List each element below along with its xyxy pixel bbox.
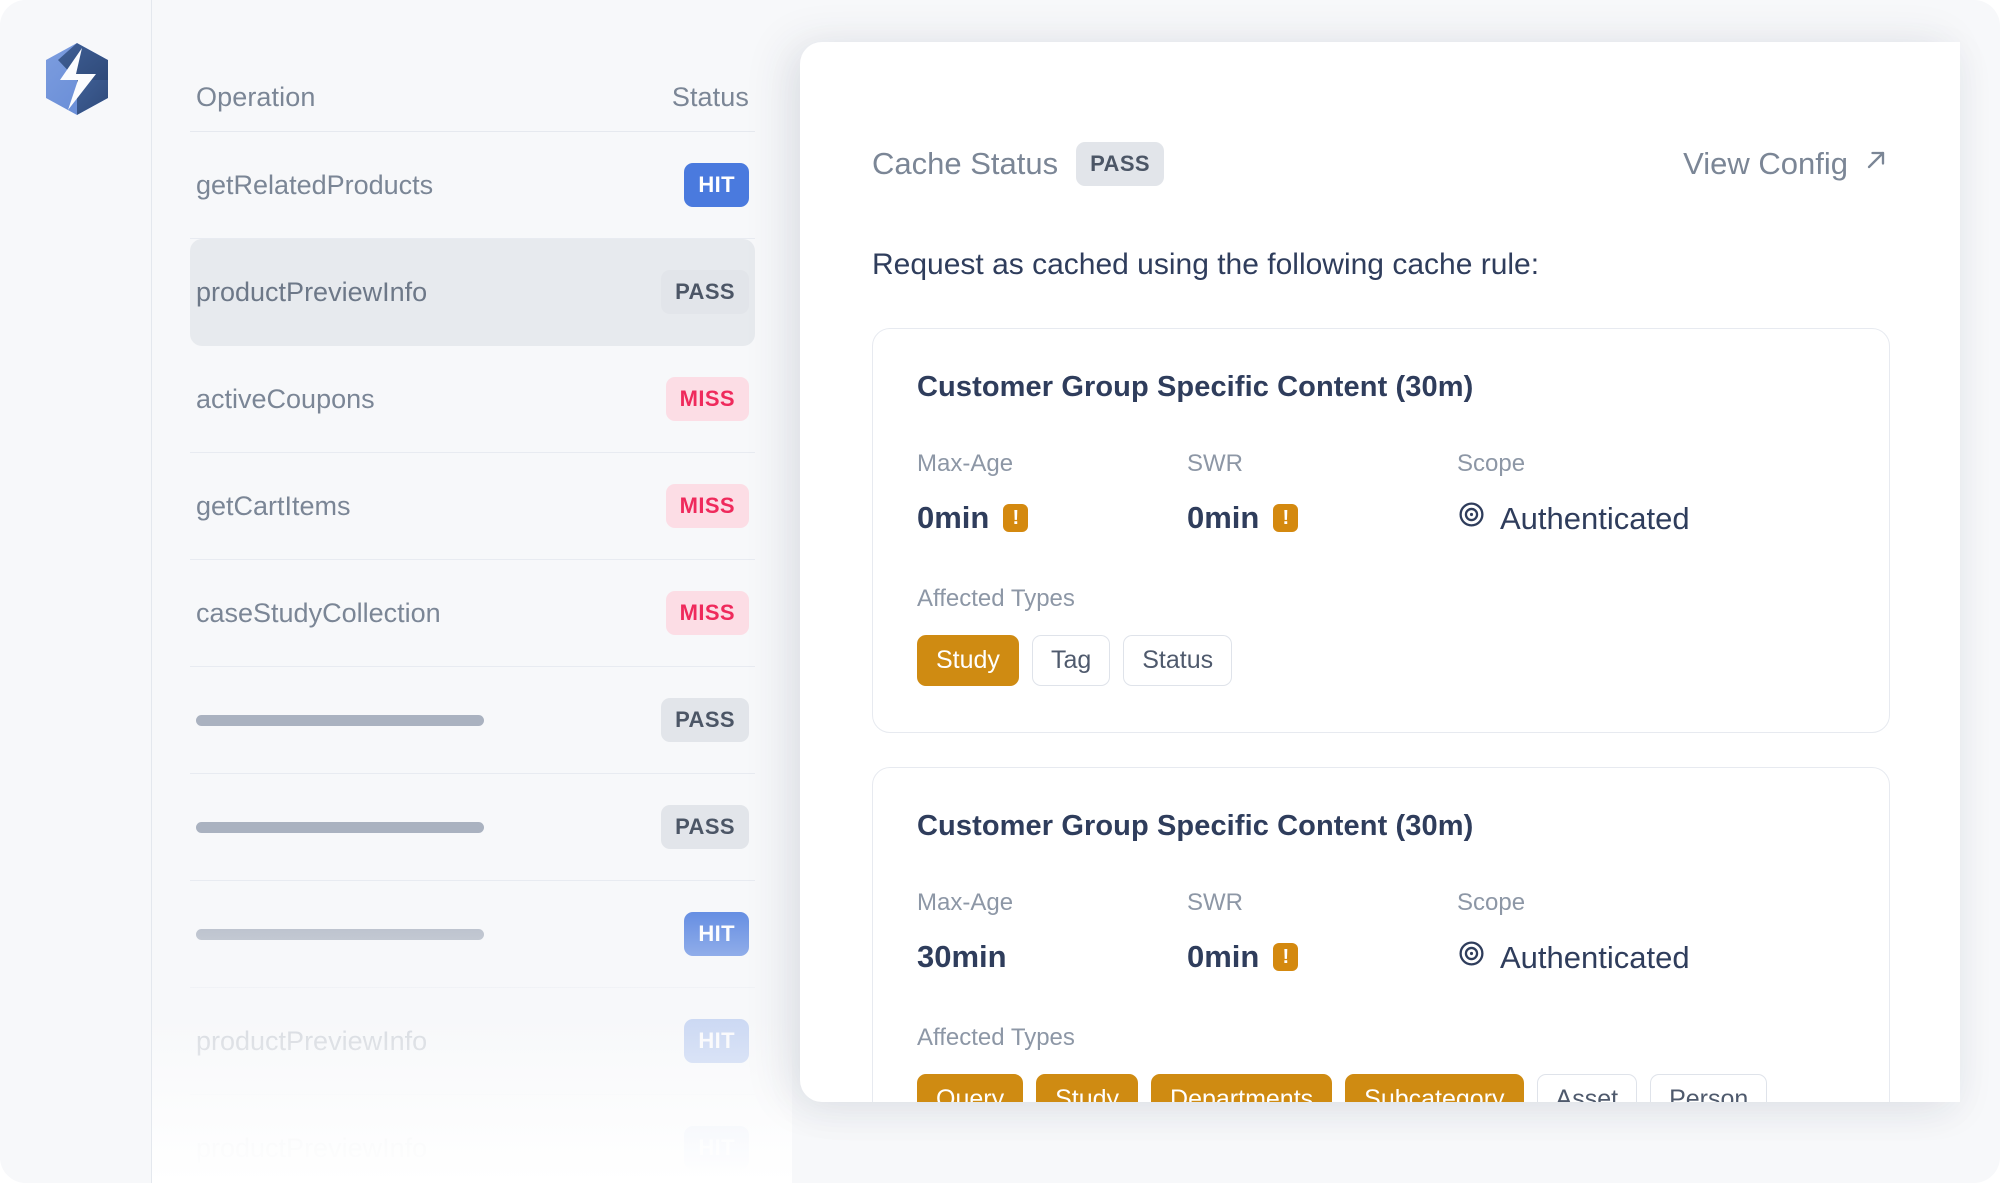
- table-row[interactable]: PASS: [190, 774, 755, 881]
- cache-rule-metrics: Max-Age 0min! SWR 0min! Scope Authenticated: [917, 450, 1845, 537]
- metric-swr: SWR 0min!: [1187, 889, 1457, 976]
- metric-scope-value: Authenticated: [1457, 939, 1690, 976]
- table-row[interactable]: activeCoupons MISS: [190, 346, 755, 453]
- operation-name: getCartItems: [196, 490, 351, 521]
- affected-type-chip[interactable]: Study: [1036, 1074, 1139, 1102]
- metric-max-age-text: 30min: [917, 939, 1007, 974]
- status-badge: PASS: [661, 270, 749, 314]
- status-badge: PASS: [661, 805, 749, 849]
- column-header-status: Status: [671, 82, 749, 112]
- affected-type-chip[interactable]: Query: [917, 1074, 1024, 1102]
- detail-subtitle: Request as cached using the following ca…: [872, 248, 1540, 281]
- hexagon-lightning-logo: [38, 40, 116, 118]
- metric-max-age-value: 30min: [917, 939, 1187, 975]
- external-link-arrow-icon: [1862, 146, 1890, 182]
- status-badge: HIT: [684, 912, 749, 956]
- table-row[interactable]: productPreviewInfo PASS: [190, 239, 755, 346]
- metric-max-age: Max-Age 30min: [917, 889, 1187, 976]
- warning-exclamation-icon: !: [1273, 504, 1299, 532]
- metric-swr-value: 0min!: [1187, 500, 1457, 536]
- metric-swr-text: 0min: [1187, 939, 1260, 974]
- operations-panel: Operation Status getRelatedProducts HIT pr…: [152, 0, 792, 1183]
- cache-rule-title: Customer Group Specific Content (30m): [917, 810, 1474, 842]
- metric-scope: Scope Authenticated: [1457, 889, 1690, 976]
- cache-rule-card: Customer Group Specific Content (30m) Max…: [872, 328, 1890, 733]
- table-row[interactable]: PASS: [190, 667, 755, 774]
- affected-type-chip[interactable]: Departments: [1151, 1074, 1333, 1102]
- table-row[interactable]: productPreviewInfo HIT: [190, 1095, 755, 1183]
- cache-rule-metrics: Max-Age 30min SWR 0min! Scope Authenticated: [917, 889, 1845, 976]
- operation-name: caseStudyCollection: [196, 597, 441, 628]
- status-badge: MISS: [665, 484, 749, 528]
- cache-status-group: Cache Status PASS: [872, 142, 1164, 186]
- status-badge: HIT: [684, 1126, 749, 1170]
- metric-scope: Scope Authenticated: [1457, 450, 1690, 537]
- operations-row-list: getRelatedProducts HIT productPreviewInfo P…: [190, 132, 755, 1183]
- metric-scope-value: Authenticated: [1457, 500, 1690, 537]
- cache-rule-card: Customer Group Specific Content (30m) Max…: [872, 767, 1890, 1102]
- warning-exclamation-icon: !: [1273, 943, 1299, 971]
- metric-max-age-label: Max-Age: [917, 450, 1014, 477]
- view-config-link[interactable]: View Config: [1683, 146, 1890, 182]
- affected-types-label: Affected Types: [917, 1024, 1075, 1051]
- cache-status-badge: PASS: [1076, 142, 1164, 186]
- affected-types-chip-list: Query Study Departments Subcategory Asset Per…: [917, 1074, 1845, 1102]
- view-config-label: View Config: [1683, 146, 1848, 181]
- operation-name: productPreviewInfo: [196, 276, 428, 307]
- cache-rule-card-list: Customer Group Specific Content (30m) Max…: [872, 328, 1890, 1102]
- table-row[interactable]: productPreviewInfo HIT: [190, 988, 755, 1095]
- metric-scope-text: Authenticated: [1500, 500, 1690, 536]
- metric-swr-text: 0min: [1187, 500, 1260, 535]
- table-row[interactable]: caseStudyCollection MISS: [190, 560, 755, 667]
- operation-name-skeleton: [196, 714, 484, 726]
- status-badge: PASS: [661, 698, 749, 742]
- metric-max-age: Max-Age 0min!: [917, 450, 1187, 537]
- affected-types-label: Affected Types: [917, 585, 1075, 612]
- affected-type-chip[interactable]: Tag: [1031, 635, 1111, 686]
- affected-type-chip[interactable]: Person: [1650, 1074, 1768, 1102]
- metric-max-age-label: Max-Age: [917, 889, 1014, 916]
- status-badge: HIT: [684, 163, 749, 207]
- operation-name: activeCoupons: [196, 383, 375, 414]
- warning-exclamation-icon: !: [1003, 504, 1029, 532]
- metric-swr-value: 0min!: [1187, 939, 1457, 975]
- column-header-operation: Operation: [196, 82, 316, 112]
- metric-scope-label: Scope: [1457, 889, 1526, 916]
- affected-type-chip[interactable]: Subcategory: [1345, 1074, 1524, 1102]
- affected-type-chip[interactable]: Study: [917, 635, 1019, 686]
- detail-topbar: Cache Status PASS View Config: [872, 142, 1890, 186]
- metric-swr: SWR 0min!: [1187, 450, 1457, 537]
- app-shell: Operation Status getRelatedProducts HIT pr…: [0, 0, 2000, 1183]
- status-badge: MISS: [665, 377, 749, 421]
- metric-swr-label: SWR: [1187, 889, 1243, 916]
- operations-table: Operation Status getRelatedProducts HIT pr…: [190, 0, 755, 1183]
- table-row[interactable]: getRelatedProducts HIT: [190, 132, 755, 239]
- cache-rule-title: Customer Group Specific Content (30m): [917, 371, 1474, 403]
- operation-name: getRelatedProducts: [196, 169, 434, 200]
- operation-name-skeleton: [196, 928, 484, 940]
- left-rail: [0, 0, 152, 1183]
- metric-max-age-text: 0min: [917, 500, 990, 535]
- operation-name: productPreviewInfo: [196, 1132, 428, 1163]
- cache-detail-panel: Cache Status PASS View Config Request as…: [800, 42, 1960, 1102]
- cache-status-label: Cache Status: [872, 146, 1059, 181]
- metric-scope-label: Scope: [1457, 450, 1526, 477]
- affected-type-chip[interactable]: Status: [1123, 635, 1233, 686]
- affected-type-chip[interactable]: Asset: [1536, 1074, 1638, 1102]
- operation-name-skeleton: [196, 821, 484, 833]
- status-badge: HIT: [684, 1019, 749, 1063]
- affected-types-chip-list: Study Tag Status: [917, 635, 1845, 686]
- operations-table-header: Operation Status: [190, 0, 755, 132]
- metric-swr-label: SWR: [1187, 450, 1243, 477]
- table-row[interactable]: HIT: [190, 881, 755, 988]
- table-row[interactable]: getCartItems MISS: [190, 453, 755, 560]
- target-icon: [1457, 500, 1486, 537]
- target-icon: [1457, 939, 1486, 976]
- operation-name: productPreviewInfo: [196, 1025, 428, 1056]
- metric-scope-text: Authenticated: [1500, 939, 1690, 975]
- metric-max-age-value: 0min!: [917, 500, 1187, 536]
- status-badge: MISS: [665, 591, 749, 635]
